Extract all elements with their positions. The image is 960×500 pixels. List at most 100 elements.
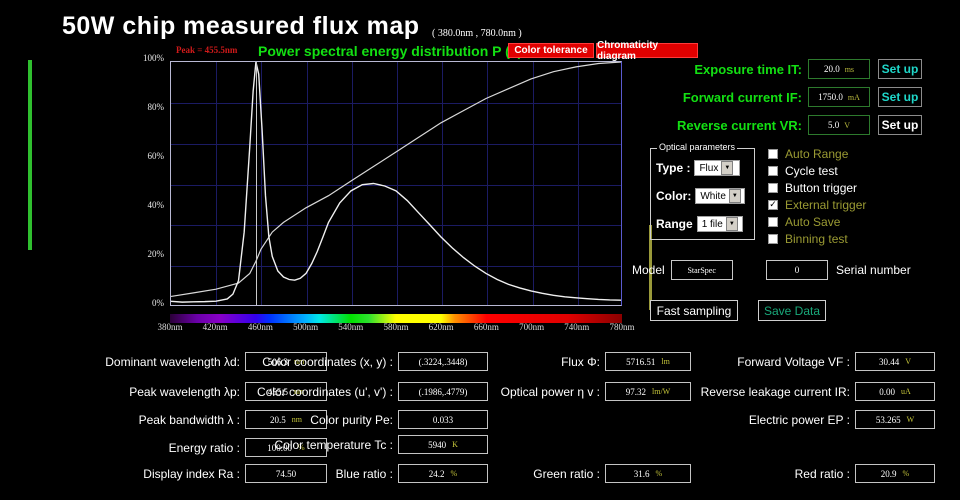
x-tick-label: 700nm <box>519 322 544 332</box>
checkbox-label: External trigger <box>785 198 866 212</box>
readout-value-box: 53.265 W <box>855 410 935 429</box>
checkbox-binning-test[interactable]: Binning test <box>768 230 898 247</box>
color-tolerance-button[interactable]: Color tolerance <box>508 43 594 58</box>
y-tick-label: 100% <box>143 53 164 63</box>
x-tick-label: 780nm <box>609 322 634 332</box>
forward-current-value: 1750.0 <box>818 92 843 102</box>
x-tick-label: 380nm <box>157 322 182 332</box>
y-tick-label: 40% <box>148 200 165 210</box>
y-tick-label: 0% <box>152 298 164 308</box>
left-scale-bar <box>28 60 32 250</box>
readout-label: Color purity Pe: <box>248 413 393 427</box>
exposure-time-value: 20.0 <box>824 64 840 74</box>
checkbox-icon[interactable] <box>768 234 778 244</box>
reverse-current-value: 5.0 <box>828 120 839 130</box>
readout-value: (.3224,.3448) <box>419 357 468 367</box>
x-tick-label: 740nm <box>564 322 589 332</box>
readout-color-coord-xy: Color coordinates (x, y) :(.3224,.3448) <box>248 352 488 371</box>
reverse-setup-button[interactable]: Set up <box>878 115 922 135</box>
readout-forward-voltage: Forward Voltage VF :30.44V <box>700 352 935 371</box>
forward-setup-button[interactable]: Set up <box>878 87 922 107</box>
exposure-setup-button[interactable]: Set up <box>878 59 922 79</box>
readout-value: 31.6 <box>634 469 650 479</box>
readout-value-box: 24.2% <box>398 464 488 483</box>
readout-label: Peak wavelength λp: <box>10 385 240 399</box>
y-tick-label: 20% <box>148 249 165 259</box>
checkbox-label: Button trigger <box>785 181 857 195</box>
readout-value: 97.32 <box>626 387 646 397</box>
readout-label: Dominant wavelength λd: <box>10 355 240 369</box>
readout-label: Energy ratio : <box>10 441 240 455</box>
checkbox-icon[interactable] <box>768 149 778 159</box>
optical-color-label: Color: <box>656 189 691 203</box>
reverse-current-label: Reverse current VR: <box>630 118 802 133</box>
model-label: Model <box>632 263 665 277</box>
save-data-button[interactable]: Save Data <box>758 300 826 321</box>
optical-range-select[interactable]: 1 file ▼ <box>697 216 743 232</box>
readout-unit: % <box>656 469 663 478</box>
fast-sampling-button[interactable]: Fast sampling <box>650 300 738 321</box>
serial-number-field[interactable]: 0 <box>766 260 828 280</box>
readout-label: Blue ratio : <box>248 467 393 481</box>
checkbox-label: Auto Save <box>785 215 840 229</box>
serial-number-label: Serial number <box>836 263 911 277</box>
readout-optical-power: Optical power η v : 97.32 lm/W <box>500 382 691 401</box>
readout-unit: lm/W <box>652 387 670 396</box>
readout-unit: % <box>903 469 910 478</box>
checkbox-auto-range[interactable]: Auto Range <box>768 145 898 162</box>
options-checkbox-list: Auto Range Cycle test Button trigger ✓ Exter… <box>768 145 898 247</box>
readout-value-box: 5940 K <box>398 435 488 454</box>
readout-unit: V <box>905 357 911 366</box>
chromaticity-diagram-button[interactable]: Chromaticity diagram <box>596 43 698 58</box>
optical-type-value: Flux <box>699 163 718 174</box>
checkbox-icon[interactable] <box>768 166 778 176</box>
readout-label: Green ratio : <box>500 467 600 481</box>
model-value-box[interactable]: StarSpec <box>671 260 733 280</box>
checkbox-button-trigger[interactable]: Button trigger <box>768 179 898 196</box>
readout-value-box: 0.00 uA <box>855 382 935 401</box>
x-tick-label: 500nm <box>293 322 318 332</box>
checkbox-cycle-test[interactable]: Cycle test <box>768 162 898 179</box>
exposure-time-field[interactable]: 20.0 ms <box>808 59 870 79</box>
readout-color-purity: Color purity Pe: 0.033 <box>248 410 488 429</box>
chart-title: Power spectral energy distribution P (λ) <box>258 43 522 59</box>
readout-label: Reverse leakage current IR: <box>700 385 850 399</box>
spectrum-chart: 0%20%40%60%80%100% <box>132 58 642 316</box>
readout-label: Optical power η v : <box>500 385 600 399</box>
chart-x-axis: 380nm420nm460nm500nm540nm580nm620nm660nm… <box>132 322 642 336</box>
x-tick-label: 620nm <box>429 322 454 332</box>
optical-range-row: Range 1 file ▼ <box>656 216 743 232</box>
readout-value: 24.2 <box>429 469 445 479</box>
readout-unit: uA <box>901 387 911 396</box>
readout-unit: lm <box>661 357 669 366</box>
checkbox-icon[interactable] <box>768 183 778 193</box>
optical-type-select[interactable]: Flux ▼ <box>694 160 740 176</box>
checkbox-icon[interactable] <box>768 217 778 227</box>
checkbox-external-trigger[interactable]: ✓ External trigger <box>768 196 898 213</box>
peak-annotation: Peak = 455.5nm <box>176 45 237 55</box>
model-row: Model StarSpec <box>632 260 733 280</box>
readout-value: 5940 <box>428 440 446 450</box>
reverse-current-field[interactable]: 5.0 V <box>808 115 870 135</box>
forward-current-unit: mA <box>848 93 860 102</box>
chart-cursor-line[interactable] <box>256 62 257 305</box>
readout-label: Peak bandwidth λ : <box>10 413 240 427</box>
readout-label: Color temperature Tc : <box>248 438 393 452</box>
readout-unit: W <box>907 415 915 424</box>
forward-current-field[interactable]: 1750.0 mA <box>808 87 870 107</box>
readout-unit: K <box>452 440 458 449</box>
chevron-down-icon[interactable]: ▼ <box>729 189 741 203</box>
chevron-down-icon[interactable]: ▼ <box>726 217 738 231</box>
readout-value: 0.00 <box>879 387 895 397</box>
optical-color-select[interactable]: White ▼ <box>695 188 745 204</box>
readout-value: 53.265 <box>876 415 901 425</box>
checkbox-auto-save[interactable]: Auto Save <box>768 213 898 230</box>
optical-type-row: Type : Flux ▼ <box>656 160 740 176</box>
forward-current-label: Forward current IF: <box>630 90 802 105</box>
chevron-down-icon[interactable]: ▼ <box>721 161 733 175</box>
checkbox-icon[interactable]: ✓ <box>768 200 778 210</box>
checkbox-label: Cycle test <box>785 164 838 178</box>
readout-value-box: 0.033 <box>398 410 488 429</box>
readout-value-box: 31.6% <box>605 464 691 483</box>
x-tick-label: 460nm <box>248 322 273 332</box>
